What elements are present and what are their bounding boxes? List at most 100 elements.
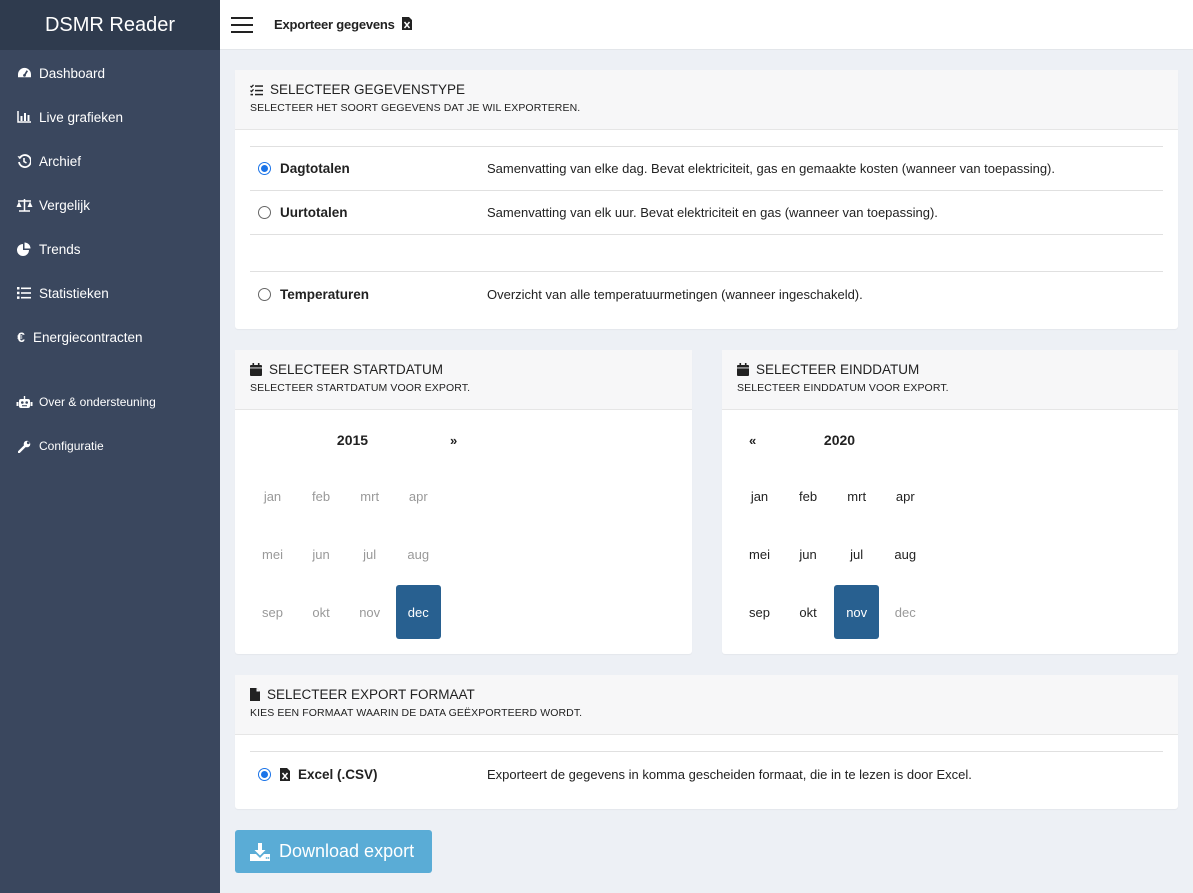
sidebar-item-over-ondersteuning[interactable]: Over & ondersteuning bbox=[0, 380, 220, 424]
datatype-panel: SELECTEER GEGEVENSTYPE SELECTEER HET SOO… bbox=[235, 70, 1178, 329]
sidebar-item-archief[interactable]: Archief bbox=[0, 139, 220, 183]
datatype-subtitle: SELECTEER HET SOORT GEGEVENS DAT JE WIL … bbox=[250, 102, 581, 114]
sidebar-item-trends[interactable]: Trends bbox=[0, 227, 220, 271]
start-year[interactable]: 2015 bbox=[250, 432, 455, 448]
format-subtitle: KIES EEN FORMAAT WAARIN DE DATA GEËXPORT… bbox=[250, 707, 583, 719]
month-mrt[interactable]: mrt bbox=[347, 469, 392, 523]
option-label: Excel (.CSV) bbox=[298, 766, 378, 782]
option-label-cell: Dagtotalen bbox=[250, 161, 487, 176]
radio-excel[interactable] bbox=[258, 767, 271, 781]
month-apr[interactable]: apr bbox=[396, 469, 441, 523]
top-bar: Exporteer gegevens bbox=[220, 0, 1193, 50]
month-okt[interactable]: okt bbox=[299, 585, 344, 639]
datatype-title-text: SELECTEER GEGEVENSTYPE bbox=[270, 82, 466, 97]
sidebar-item-label: Statistieken bbox=[39, 285, 109, 301]
tasks-icon bbox=[250, 83, 263, 96]
start-months-grid: jan feb mrt apr mei jun jul aug sep okt nov dec bbox=[250, 469, 478, 639]
balance-scale-icon bbox=[15, 198, 33, 212]
start-date-title: SELECTEER STARTDATUM bbox=[250, 362, 677, 377]
month-jul[interactable]: jul bbox=[834, 527, 879, 581]
month-sep[interactable]: sep bbox=[737, 585, 782, 639]
start-date-subtitle: SELECTEER STARTDATUM VOOR EXPORT. bbox=[250, 382, 471, 394]
month-jan[interactable]: jan bbox=[250, 469, 295, 523]
end-year[interactable]: 2020 bbox=[737, 432, 942, 448]
month-mei[interactable]: mei bbox=[737, 527, 782, 581]
sidebar-item-label: Live grafieken bbox=[39, 109, 124, 125]
month-jun[interactable]: jun bbox=[786, 527, 831, 581]
option-label: Temperaturen bbox=[280, 286, 370, 302]
end-date-panel: SELECTEER EINDDATUM SELECTEER EINDDATUM … bbox=[722, 350, 1178, 654]
app-brand[interactable]: DSMR Reader bbox=[0, 0, 220, 50]
month-sep[interactable]: sep bbox=[250, 585, 295, 639]
radio-uurtotalen[interactable] bbox=[258, 206, 271, 219]
option-label: Uurtotalen bbox=[280, 205, 348, 220]
radio-temperaturen[interactable] bbox=[258, 287, 271, 301]
tachometer-icon bbox=[15, 67, 33, 80]
option-label-cell: Uurtotalen bbox=[250, 205, 487, 220]
option-row-dagtotalen[interactable]: Dagtotalen Samenvatting van elke dag. Be… bbox=[250, 147, 1163, 191]
option-row-empty bbox=[250, 235, 1163, 272]
start-picker-header: 2015 » bbox=[250, 425, 478, 455]
end-picker-header: « 2020 bbox=[737, 425, 965, 455]
start-date-panel: SELECTEER STARTDATUM SELECTEER STARTDATU… bbox=[235, 350, 692, 654]
format-options: Excel (.CSV) Exporteert de gegevens in k… bbox=[250, 751, 1163, 796]
option-label-cell: Temperaturen bbox=[250, 287, 487, 302]
hamburger-menu-icon[interactable] bbox=[231, 16, 253, 33]
month-aug[interactable]: aug bbox=[883, 527, 928, 581]
end-months-grid: jan feb mrt apr mei jun jul aug sep okt nov dec bbox=[737, 469, 965, 639]
datatype-panel-header: SELECTEER GEGEVENSTYPE SELECTEER HET SOO… bbox=[235, 70, 1178, 130]
sidebar-item-dashboard[interactable]: Dashboard bbox=[0, 51, 220, 95]
start-date-panel-header: SELECTEER STARTDATUM SELECTEER STARTDATU… bbox=[235, 350, 692, 410]
month-jul[interactable]: jul bbox=[347, 527, 392, 581]
month-dec[interactable]: dec bbox=[395, 585, 441, 639]
wrench-icon bbox=[15, 440, 33, 453]
sidebar-item-label: Archief bbox=[39, 153, 82, 169]
option-description: Samenvatting van elke dag. Bevat elektri… bbox=[487, 161, 1055, 176]
file-excel-icon bbox=[280, 767, 290, 781]
end-date-subtitle: SELECTEER EINDDATUM VOOR EXPORT. bbox=[737, 382, 949, 394]
format-panel-header: SELECTEER EXPORT FORMAAT KIES EEN FORMAA… bbox=[235, 675, 1178, 735]
calendar-icon bbox=[250, 363, 262, 376]
sidebar-item-energiecontracten[interactable]: € Energiecontracten bbox=[0, 315, 220, 359]
download-export-button[interactable]: Download export bbox=[235, 830, 432, 873]
month-apr[interactable]: apr bbox=[883, 469, 928, 523]
month-dec[interactable]: dec bbox=[883, 585, 928, 639]
sidebar-item-label: Vergelijk bbox=[39, 197, 91, 213]
sidebar-item-live-grafieken[interactable]: Live grafieken bbox=[0, 95, 220, 139]
month-mei[interactable]: mei bbox=[250, 527, 295, 581]
page-title: Exporteer gegevens bbox=[274, 16, 412, 33]
month-nov[interactable]: nov bbox=[834, 585, 880, 639]
file-icon bbox=[250, 688, 260, 701]
datatype-options: Dagtotalen Samenvatting van elke dag. Be… bbox=[250, 146, 1163, 316]
sidebar-item-statistieken[interactable]: Statistieken bbox=[0, 271, 220, 315]
option-row-temperaturen[interactable]: Temperaturen Overzicht van alle temperat… bbox=[250, 272, 1163, 316]
radio-dagtotalen[interactable] bbox=[258, 162, 271, 175]
month-jun[interactable]: jun bbox=[299, 527, 344, 581]
list-icon bbox=[15, 287, 33, 299]
sidebar-item-configuratie[interactable]: Configuratie bbox=[0, 424, 220, 468]
sidebar-item-vergelijk[interactable]: Vergelijk bbox=[0, 183, 220, 227]
month-nov[interactable]: nov bbox=[347, 585, 392, 639]
option-description: Samenvatting van elk uur. Bevat elektric… bbox=[487, 205, 938, 220]
menu-spacer bbox=[0, 359, 220, 380]
robot-icon bbox=[15, 395, 33, 409]
month-jan[interactable]: jan bbox=[737, 469, 782, 523]
month-aug[interactable]: aug bbox=[396, 527, 441, 581]
end-date-panel-header: SELECTEER EINDDATUM SELECTEER EINDDATUM … bbox=[722, 350, 1178, 410]
option-row-excel[interactable]: Excel (.CSV) Exporteert de gegevens in k… bbox=[250, 752, 1163, 796]
calendar-icon bbox=[737, 363, 749, 376]
month-okt[interactable]: okt bbox=[786, 585, 831, 639]
download-button-label: Download export bbox=[279, 841, 415, 861]
end-month-picker: « 2020 jan feb mrt apr mei jun jul aug sep okt nov… bbox=[737, 425, 965, 639]
month-mrt[interactable]: mrt bbox=[834, 469, 879, 523]
sidebar-item-label: Over & ondersteuning bbox=[39, 395, 156, 409]
option-label: Dagtotalen bbox=[280, 161, 350, 176]
option-row-uurtotalen[interactable]: Uurtotalen Samenvatting van elk uur. Bev… bbox=[250, 191, 1163, 235]
month-feb[interactable]: feb bbox=[299, 469, 344, 523]
datatype-panel-title: SELECTEER GEGEVENSTYPE bbox=[250, 82, 1163, 97]
bar-chart-icon bbox=[15, 111, 33, 123]
option-label-cell: Excel (.CSV) bbox=[250, 767, 487, 782]
start-date-title-text: SELECTEER STARTDATUM bbox=[269, 362, 444, 377]
month-feb[interactable]: feb bbox=[786, 469, 831, 523]
next-year-button[interactable]: » bbox=[450, 433, 457, 448]
